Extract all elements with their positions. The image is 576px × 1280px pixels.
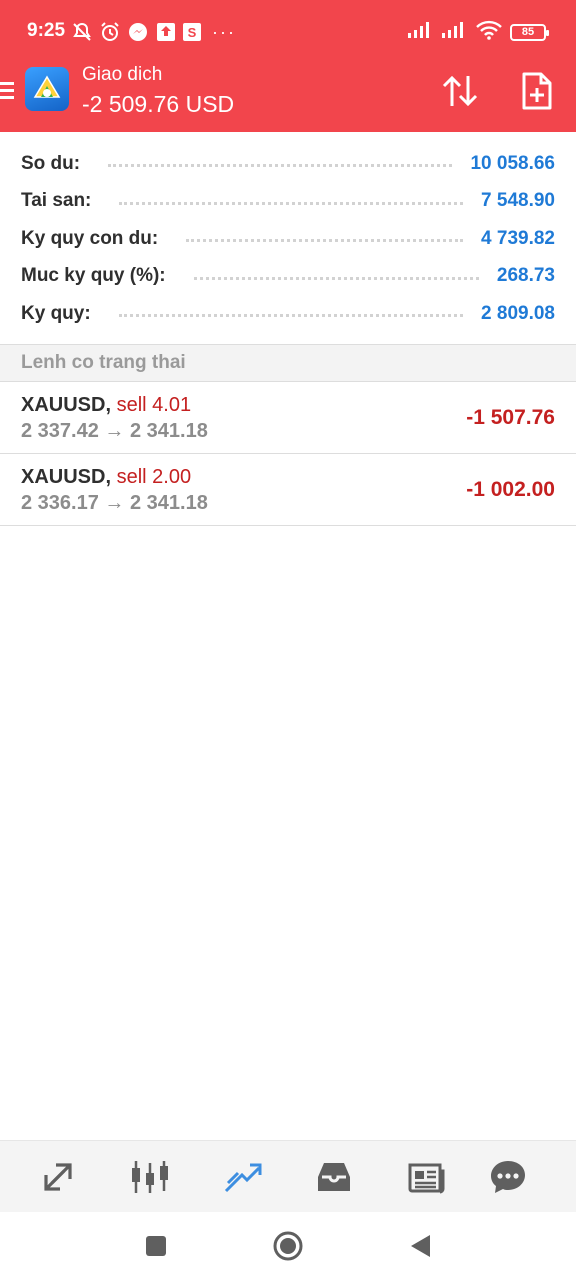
symbol-name: XAUUSD, <box>21 394 112 416</box>
status-bar: 9:25 S ··· 85 <box>0 0 576 62</box>
app-bar: Giao dich -2 509.76 USD <box>0 62 576 132</box>
trade-icon[interactable] <box>220 1155 264 1199</box>
news-icon[interactable] <box>404 1155 448 1199</box>
dotted-leader <box>118 314 464 318</box>
summary-row-free-margin: Ky quy con du: 4 739.82 <box>0 220 576 258</box>
recent-apps-icon[interactable] <box>138 1228 174 1264</box>
status-right: 85 <box>408 20 549 45</box>
more-notifications-icon: ··· <box>212 21 236 42</box>
dotted-leader <box>186 239 464 243</box>
home-icon[interactable] <box>270 1228 306 1264</box>
signal-icon-2 <box>442 21 468 44</box>
quotes-icon[interactable] <box>36 1155 80 1199</box>
total-profit: -2 509.76 USD <box>82 91 235 117</box>
summary-label: Muc ky quy (%): <box>21 265 166 287</box>
summary-value: 4 739.82 <box>481 227 555 249</box>
page-title: Giao dich <box>82 64 163 85</box>
dotted-leader <box>108 164 453 168</box>
position-row[interactable]: XAUUSD, sell 4.01 2 337.42 → 2 341.18 -1… <box>0 382 576 454</box>
app-logo <box>25 67 69 111</box>
position-prices: 2 336.17 → 2 341.18 <box>21 492 208 514</box>
symbol-name: XAUUSD, <box>21 466 112 488</box>
summary-row-equity: Tai san: 7 548.90 <box>0 183 576 221</box>
position-side: sell 2.00 <box>116 466 192 488</box>
bottom-navigation <box>0 1140 576 1212</box>
mute-icon <box>71 21 93 43</box>
position-profit: -1 002.00 <box>466 478 555 501</box>
alarm-icon <box>99 21 121 43</box>
sort-icon[interactable] <box>440 74 480 108</box>
upload-icon <box>155 21 177 43</box>
dotted-leader <box>193 276 479 280</box>
chat-icon[interactable] <box>486 1155 530 1199</box>
position-side: sell 4.01 <box>116 394 192 416</box>
signal-icon <box>408 21 434 44</box>
positions-list: XAUUSD, sell 4.01 2 337.42 → 2 341.18 -1… <box>0 382 576 526</box>
app-header: 9:25 S ··· 85 Giao dich -2 509.76 USD <box>0 0 576 132</box>
position-prices: 2 337.42 → 2 341.18 <box>21 420 208 442</box>
summary-row-balance: So du: 10 058.66 <box>0 145 576 183</box>
chart-icon[interactable] <box>128 1155 172 1199</box>
summary-value: 2 809.08 <box>481 302 555 324</box>
summary-value: 10 058.66 <box>470 152 555 174</box>
notification-icons: S ··· <box>71 20 235 44</box>
status-time: 9:25 <box>27 20 66 41</box>
battery-icon: 85 <box>510 23 549 41</box>
summary-label: So du: <box>21 152 81 174</box>
position-row[interactable]: XAUUSD, sell 2.00 2 336.17 → 2 341.18 -1… <box>0 454 576 526</box>
messenger-icon <box>127 21 149 43</box>
menu-icon[interactable] <box>0 78 16 104</box>
summary-value: 268.73 <box>496 265 555 287</box>
back-icon[interactable] <box>402 1228 438 1264</box>
history-icon[interactable] <box>312 1155 356 1199</box>
new-order-icon[interactable] <box>520 72 554 110</box>
position-symbol: XAUUSD, sell 2.00 <box>21 466 191 489</box>
section-header: Lenh co trang thai <box>0 344 576 382</box>
position-symbol: XAUUSD, sell 4.01 <box>21 394 191 417</box>
summary-value: 7 548.90 <box>481 190 555 212</box>
summary-row-margin: Ky quy: 2 809.08 <box>0 295 576 333</box>
wifi-icon <box>476 20 502 45</box>
summary-label: Ky quy con du: <box>21 227 159 249</box>
summary-row-margin-level: Muc ky quy (%): 268.73 <box>0 258 576 296</box>
summary-label: Ky quy: <box>21 302 91 324</box>
position-profit: -1 507.76 <box>466 406 555 429</box>
summary-label: Tai san: <box>21 190 92 212</box>
system-navigation-bar <box>0 1212 576 1280</box>
dotted-leader <box>119 201 464 205</box>
account-summary: So du: 10 058.66 Tai san: 7 548.90 Ky qu… <box>0 145 576 333</box>
s-icon: S <box>183 23 201 41</box>
